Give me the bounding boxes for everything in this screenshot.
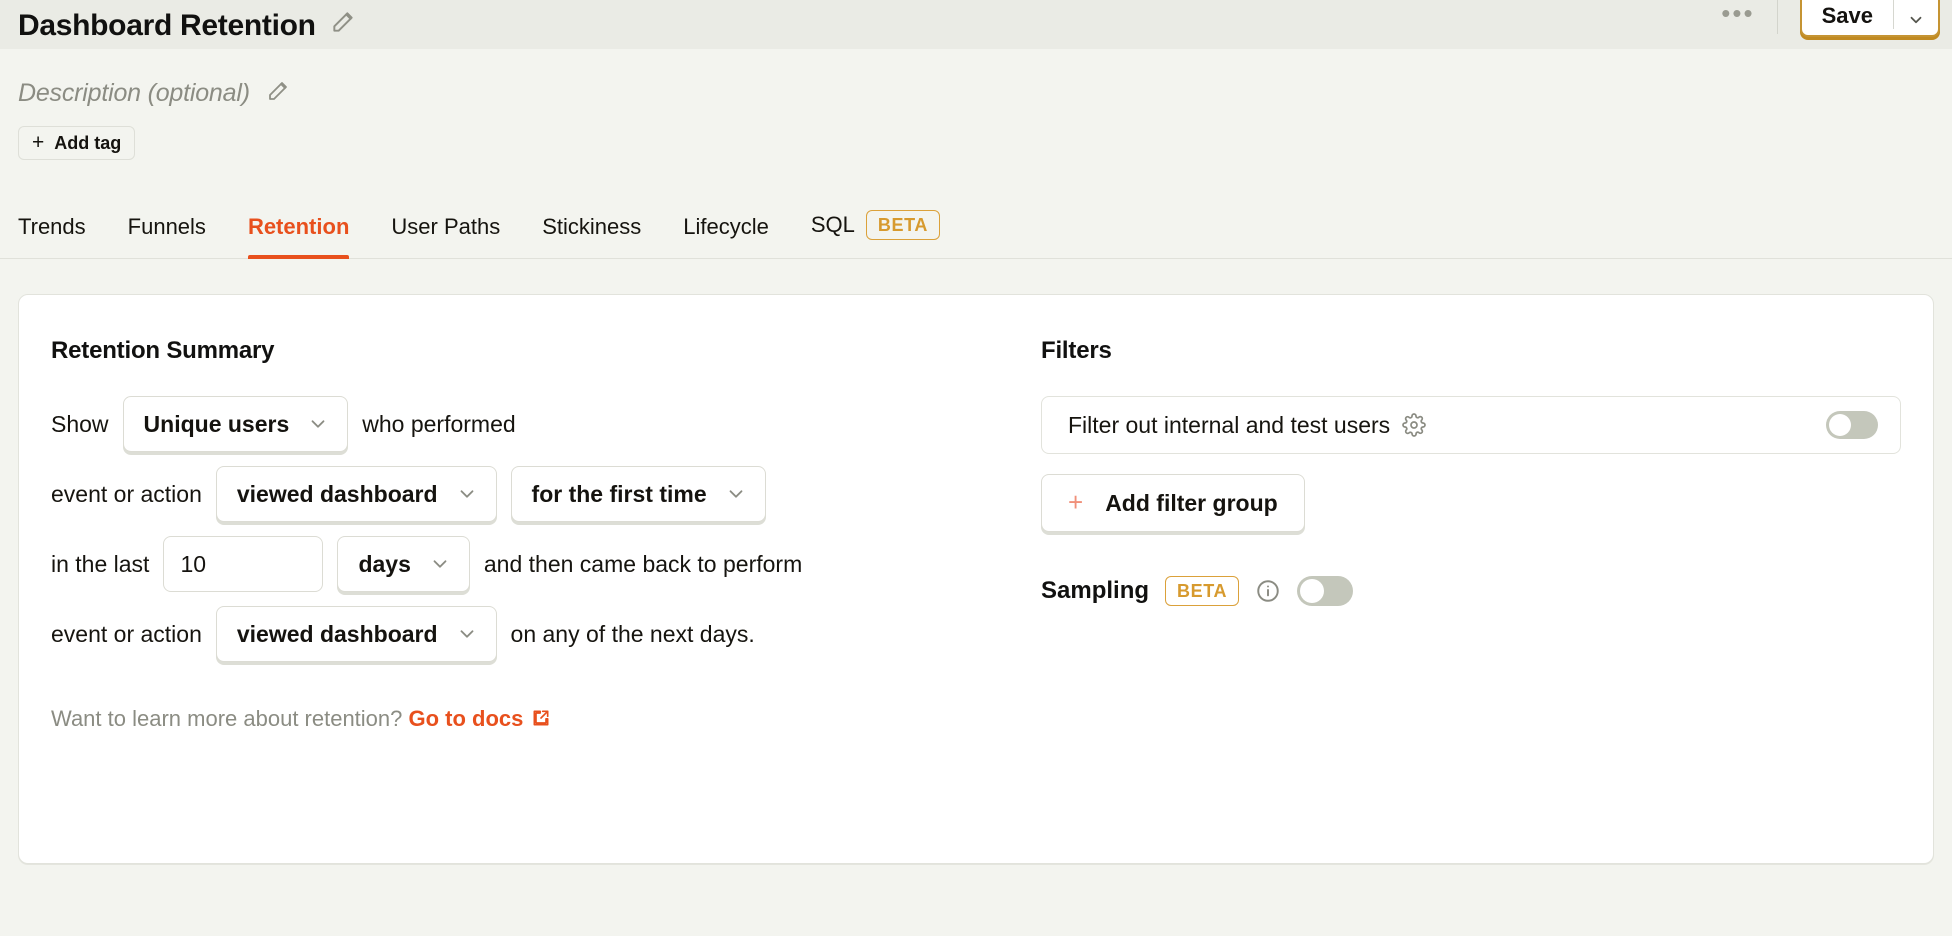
add-tag-label: Add tag [54,132,122,153]
beta-badge: BETA [865,210,940,240]
came-back-label: and then came back to perform [483,550,803,577]
tab-label: Lifecycle [683,214,769,239]
test-accounts-filter-left: Filter out internal and test users [1068,412,1426,439]
go-to-docs-label: Go to docs [408,706,524,731]
sampling-label: Sampling [1041,577,1150,604]
test-accounts-filter-row: Filter out internal and test users [1041,396,1901,454]
docs-hint-text: Want to learn more about retention? [51,706,403,731]
tab-label: SQL [810,212,855,237]
filters-column: Filters Filter out internal and test use… [1021,337,1901,863]
return-event-select[interactable]: viewed dashboard [215,606,497,662]
tab-sql[interactable]: SQL BETA [790,210,961,258]
tab-label: Retention [247,214,350,239]
target-entity-value: Unique users [143,410,290,437]
test-accounts-toggle[interactable] [1826,411,1878,439]
start-event-value: viewed dashboard [236,480,438,507]
pencil-icon[interactable] [266,79,290,108]
chevron-down-icon [456,623,478,645]
info-circle-icon[interactable] [1255,578,1281,604]
retention-summary-column: Retention Summary Show Unique users who … [51,337,1021,863]
show-label: Show [51,410,109,437]
chevron-down-icon [725,483,747,505]
tab-label: Stickiness [542,214,642,239]
event-or-action-label: event or action [51,480,202,507]
retention-summary-title: Retention Summary [51,337,275,364]
period-unit-value: days [358,550,411,577]
retention-row-period: in the last days and then came back to p… [51,536,1021,592]
go-to-docs-link[interactable]: Go to docs [409,706,552,731]
tab-label: Trends [18,214,86,239]
recurrence-value: for the first time [531,480,707,507]
top-bar: Dashboard Retention ••• Save [0,0,1952,49]
tab-funnels[interactable]: Funnels [107,214,227,258]
description-placeholder[interactable]: Description (optional) [18,79,250,108]
tab-lifecycle[interactable]: Lifecycle [662,214,790,258]
tab-retention[interactable]: Retention [227,214,370,259]
chevron-down-icon [456,483,478,505]
who-performed-label: who performed [362,410,516,437]
period-count-input[interactable] [163,536,324,592]
top-bar-actions: ••• Save [1721,0,1952,49]
toggle-knob [1300,579,1325,603]
insight-tabs: Trends Funnels Retention User Paths Stic… [0,192,1952,259]
in-the-last-label: in the last [51,550,150,577]
target-entity-select[interactable]: Unique users [122,396,349,452]
tab-stickiness[interactable]: Stickiness [521,214,662,258]
page-title: Dashboard Retention [18,8,316,42]
return-event-value: viewed dashboard [236,620,438,647]
start-event-select[interactable]: viewed dashboard [215,466,497,522]
chevron-down-icon[interactable] [1894,11,1938,35]
retention-row-return-event: event or action viewed dashboard on any … [51,606,1021,662]
tab-label: User Paths [391,214,501,239]
chevron-down-icon [307,413,329,435]
event-or-action-label: event or action [51,620,202,647]
add-filter-group-button[interactable]: + Add filter group [1041,474,1305,532]
recurrence-select[interactable]: for the first time [510,466,766,522]
ellipsis-icon[interactable]: ••• [1721,0,1754,26]
pencil-icon[interactable] [330,9,356,40]
chevron-down-icon [429,553,451,575]
external-link-icon [531,708,551,733]
add-tag-button[interactable]: + Add tag [18,126,136,160]
period-unit-select[interactable]: days [337,536,470,592]
tab-trends[interactable]: Trends [18,214,107,258]
test-accounts-filter-label: Filter out internal and test users [1068,411,1391,438]
plus-icon: + [32,130,45,154]
filters-title: Filters [1041,337,1112,364]
meta-section: Description (optional) + Add tag [0,49,1952,160]
docs-hint: Want to learn more about retention? Go t… [51,706,1021,734]
description-row: Description (optional) [18,49,1934,108]
tab-user-paths[interactable]: User Paths [370,214,521,258]
retention-row-target: Show Unique users who performed [51,396,1021,452]
save-button-group[interactable]: Save [1799,0,1940,37]
next-days-label: on any of the next days. [510,620,755,647]
sampling-row: Sampling BETA [1041,576,1901,606]
insight-editor-card: Retention Summary Show Unique users who … [18,294,1934,864]
toolbar-divider [1776,0,1778,34]
toggle-knob [1829,414,1851,436]
beta-badge: BETA [1165,576,1240,606]
retention-row-start-event: event or action viewed dashboard for the… [51,466,1021,522]
tab-label: Funnels [127,214,206,239]
add-filter-group-label: Add filter group [1105,489,1278,516]
plus-icon: + [1068,487,1084,517]
save-button[interactable]: Save [1802,3,1893,35]
sampling-toggle[interactable] [1297,576,1354,606]
gear-icon[interactable] [1402,413,1426,437]
